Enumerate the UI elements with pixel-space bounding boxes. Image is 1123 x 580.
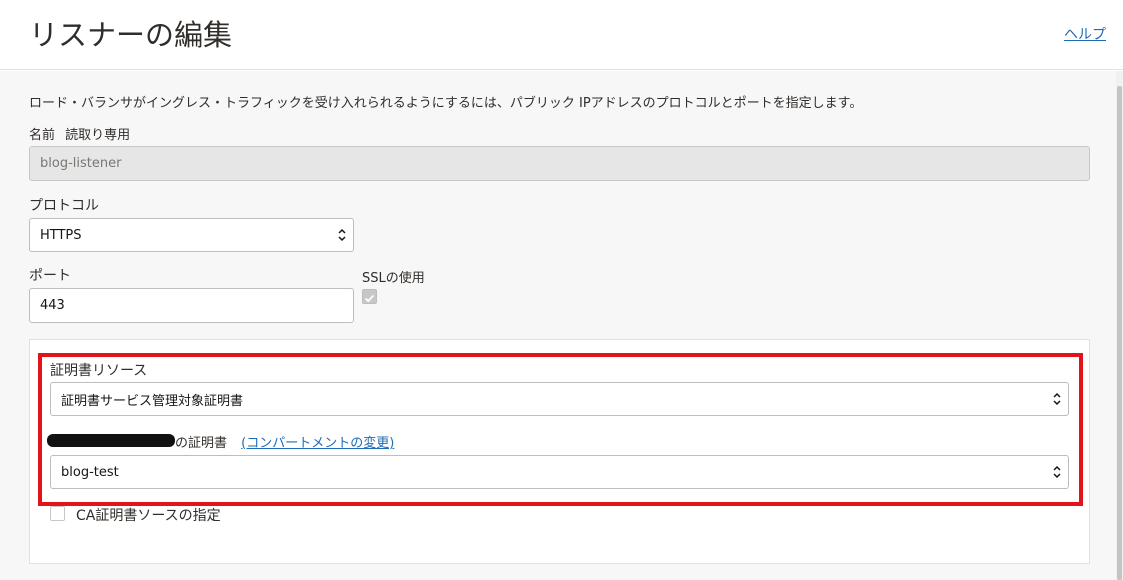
scrollbar-thumb[interactable]	[1117, 86, 1122, 580]
ssl-checkbox[interactable]	[362, 289, 377, 304]
dialog-header: リスナーの編集 ヘルプ	[0, 0, 1123, 70]
ca-cert-label: CA証明書ソースの指定	[76, 508, 221, 524]
help-link[interactable]: ヘルプ	[1064, 24, 1106, 44]
port-input[interactable]: 443	[29, 288, 354, 323]
name-label: 名前 読取り専用	[29, 124, 130, 143]
highlight-box	[38, 353, 1083, 506]
protocol-label: プロトコル	[29, 198, 99, 214]
chevron-updown-icon	[338, 228, 346, 242]
readonly-label: 読取り専用	[65, 128, 131, 143]
protocol-select[interactable]: HTTPS	[29, 218, 354, 252]
page-title: リスナーの編集	[29, 18, 233, 52]
checkmark-icon	[364, 294, 375, 303]
ca-cert-checkbox[interactable]	[50, 506, 65, 521]
port-label: ポート	[29, 268, 71, 284]
protocol-select-value: HTTPS	[40, 227, 82, 243]
ssl-label: SSLの使用	[362, 271, 425, 286]
description-text: ロード・バランサがイングレス・トラフィックを受け入れられるようにするには、パブリ…	[29, 96, 863, 111]
name-field: blog-listener	[29, 146, 1090, 181]
name-label-text: 名前	[29, 128, 56, 143]
